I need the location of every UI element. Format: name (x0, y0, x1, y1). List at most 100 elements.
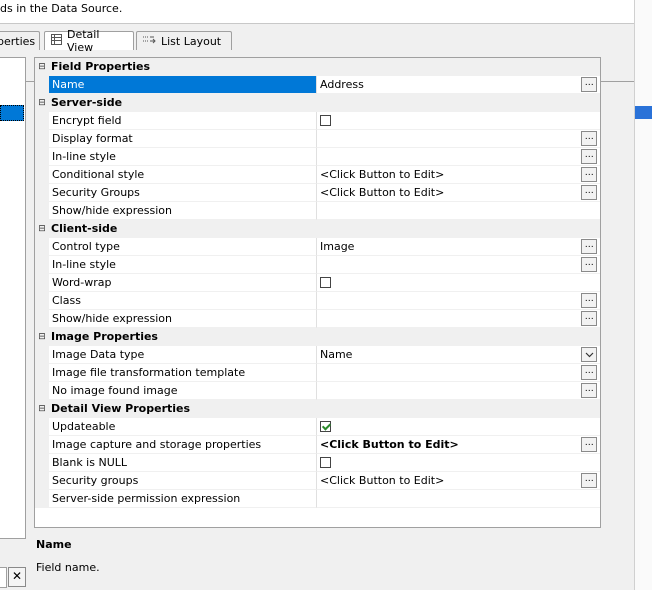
property-value[interactable]: <Click Button to Edit> … (317, 166, 600, 184)
property-name-label: Class (49, 292, 317, 310)
property-name-value[interactable]: Address … (317, 76, 600, 94)
property-row-transform-template[interactable]: Image file transformation template … (35, 364, 600, 382)
property-grid[interactable]: ⊟ Field Properties Name Address … ⊟ Serv… (34, 57, 601, 528)
property-name-label: Control type (49, 238, 317, 256)
dropdown-button[interactable] (581, 347, 597, 362)
ellipsis-button[interactable]: … (581, 293, 597, 308)
property-row-class[interactable]: Class … (35, 292, 600, 310)
property-value[interactable] (317, 202, 600, 220)
ellipsis-button[interactable]: … (581, 167, 597, 182)
category-label: Server-side (51, 96, 123, 109)
property-value[interactable]: <Click Button to Edit> … (317, 184, 600, 202)
property-row-name[interactable]: Name Address … (35, 76, 600, 94)
close-icon[interactable]: ✕ (8, 567, 26, 587)
collapse-icon[interactable]: ⊟ (35, 400, 49, 418)
property-row-conditional-style[interactable]: Conditional style <Click Button to Edit>… (35, 166, 600, 184)
tab-label: perties (0, 34, 36, 48)
category-label: Detail View Properties (51, 402, 191, 415)
left-input-edge[interactable] (0, 567, 7, 588)
tab-detail-view[interactable]: Detail View (44, 28, 134, 54)
right-panel-strip (634, 0, 652, 590)
property-row-permission-expression[interactable]: Server-side permission expression (35, 490, 600, 508)
property-name-label: Security Groups (49, 184, 317, 202)
ellipsis-button[interactable]: … (581, 149, 597, 164)
word-wrap-checkbox[interactable] (320, 277, 331, 288)
property-value[interactable]: <Click Button to Edit> … (317, 472, 600, 490)
encrypt-field-checkbox[interactable] (320, 115, 331, 126)
property-row-updateable[interactable]: Updateable (35, 418, 600, 436)
category-label: Client-side (51, 222, 118, 235)
property-row-control-type[interactable]: Control type Image … (35, 238, 600, 256)
tab-properties[interactable]: perties (0, 31, 40, 50)
property-name-label: In-line style (49, 148, 317, 166)
property-row-client-showhide[interactable]: Show/hide expression … (35, 310, 600, 328)
list-layout-icon (143, 35, 156, 47)
field-list[interactable] (0, 57, 26, 539)
collapse-icon[interactable]: ⊟ (35, 94, 49, 112)
property-row-security-groups[interactable]: Security Groups <Click Button to Edit> … (35, 184, 600, 202)
ellipsis-button[interactable]: … (581, 257, 597, 272)
title-bar: ds in the Data Source. (0, 0, 634, 24)
property-value[interactable]: … (317, 256, 600, 274)
ellipsis-button[interactable]: … (581, 473, 597, 488)
category-detail-view-properties[interactable]: ⊟ Detail View Properties (35, 400, 600, 418)
ellipsis-button[interactable]: … (581, 131, 597, 146)
property-value[interactable]: Image … (317, 238, 600, 256)
updateable-checkbox[interactable] (320, 421, 331, 432)
property-row-blank-is-null[interactable]: Blank is NULL (35, 454, 600, 472)
property-value[interactable]: … (317, 292, 600, 310)
property-name-label: Blank is NULL (49, 454, 317, 472)
collapse-icon[interactable]: ⊟ (35, 220, 49, 238)
property-value[interactable] (317, 454, 600, 472)
ellipsis-button[interactable]: … (581, 239, 597, 254)
collapse-icon[interactable]: ⊟ (35, 328, 49, 346)
ellipsis-button[interactable]: … (581, 365, 597, 380)
tab-label: Detail View (67, 28, 100, 54)
description-title: Name (36, 538, 72, 551)
property-value[interactable]: … (317, 148, 600, 166)
category-server-side[interactable]: ⊟ Server-side (35, 94, 600, 112)
property-name-label: Show/hide expression (49, 202, 317, 220)
tab-list-layout[interactable]: List Layout (136, 31, 232, 50)
ellipsis-button[interactable]: … (581, 383, 597, 398)
property-row-client-inline-style[interactable]: In-line style … (35, 256, 600, 274)
ellipsis-button[interactable]: … (581, 437, 597, 452)
property-name-label: No image found image (49, 382, 317, 400)
left-bottom-control: ✕ (0, 567, 27, 588)
ellipsis-button[interactable]: … (581, 77, 597, 92)
ellipsis-button[interactable]: … (581, 185, 597, 200)
property-row-word-wrap[interactable]: Word-wrap (35, 274, 600, 292)
chevron-down-icon (585, 352, 593, 357)
property-value[interactable]: Name (317, 346, 600, 364)
property-row-encrypt-field[interactable]: Encrypt field (35, 112, 600, 130)
category-field-properties[interactable]: ⊟ Field Properties (35, 58, 600, 76)
property-name-label: Conditional style (49, 166, 317, 184)
property-value[interactable] (317, 490, 600, 508)
property-name-label: Word-wrap (49, 274, 317, 292)
description-text: Field name. (36, 561, 100, 574)
collapse-icon[interactable]: ⊟ (35, 58, 49, 76)
category-label: Image Properties (51, 330, 158, 343)
property-row-image-data-type[interactable]: Image Data type Name (35, 346, 600, 364)
property-row-image-capture[interactable]: Image capture and storage properties <Cl… (35, 436, 600, 454)
property-row-detail-security-groups[interactable]: Security groups <Click Button to Edit> … (35, 472, 600, 490)
property-value[interactable]: … (317, 382, 600, 400)
property-value[interactable]: … (317, 364, 600, 382)
property-value[interactable] (317, 112, 600, 130)
category-image-properties[interactable]: ⊟ Image Properties (35, 328, 600, 346)
property-name-label: Name (49, 76, 317, 94)
property-value[interactable] (317, 274, 600, 292)
property-row-inline-style[interactable]: In-line style … (35, 148, 600, 166)
property-row-showhide-expression[interactable]: Show/hide expression (35, 202, 600, 220)
header-text: ds in the Data Source. (0, 2, 123, 15)
blank-is-null-checkbox[interactable] (320, 457, 331, 468)
property-value[interactable]: <Click Button to Edit> … (317, 436, 600, 454)
property-row-no-image[interactable]: No image found image … (35, 382, 600, 400)
selected-field-item[interactable] (0, 105, 24, 121)
category-client-side[interactable]: ⊟ Client-side (35, 220, 600, 238)
property-row-display-format[interactable]: Display format … (35, 130, 600, 148)
property-value[interactable]: … (317, 130, 600, 148)
property-value[interactable]: … (317, 310, 600, 328)
property-value[interactable] (317, 418, 600, 436)
ellipsis-button[interactable]: … (581, 311, 597, 326)
